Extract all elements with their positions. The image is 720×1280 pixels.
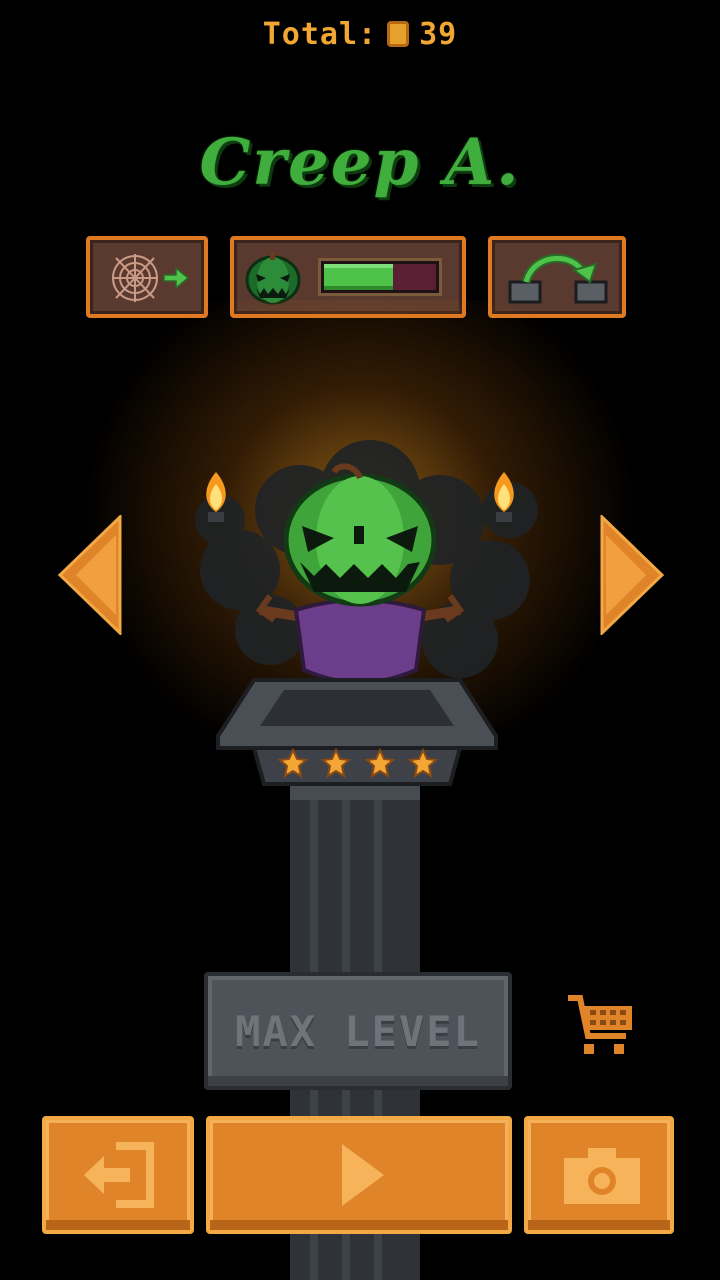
exit-icon <box>84 1142 154 1208</box>
torch-right <box>494 472 514 522</box>
arrow-right-icon <box>163 266 190 290</box>
next-character-arrow[interactable] <box>596 515 666 635</box>
exit-button[interactable] <box>42 1116 194 1234</box>
character-stars <box>278 748 438 778</box>
game-logo: Creep A. Crow <box>199 125 521 310</box>
progress-bar <box>318 258 442 296</box>
camera-button[interactable] <box>524 1116 674 1234</box>
shopping-cart-icon[interactable] <box>564 992 636 1064</box>
pumpkin-icon <box>245 252 301 305</box>
star-icon <box>321 748 352 778</box>
previous-character-arrow[interactable] <box>56 515 126 635</box>
max-level-button: MAX LEVEL <box>204 972 512 1090</box>
progress-bar-fill <box>324 264 393 290</box>
star-icon <box>407 748 438 778</box>
total-label: Total: <box>262 16 378 52</box>
star-icon <box>364 748 395 778</box>
camera-icon <box>564 1148 640 1204</box>
spiderweb-icon <box>112 254 158 302</box>
progress-bar-remaining <box>393 264 436 290</box>
play-button[interactable] <box>206 1116 512 1234</box>
total-coins: Total: 39 <box>0 10 720 58</box>
play-icon <box>342 1144 384 1206</box>
total-value: 39 <box>419 16 458 52</box>
coin-icon <box>387 21 410 47</box>
star-icon <box>278 748 308 778</box>
